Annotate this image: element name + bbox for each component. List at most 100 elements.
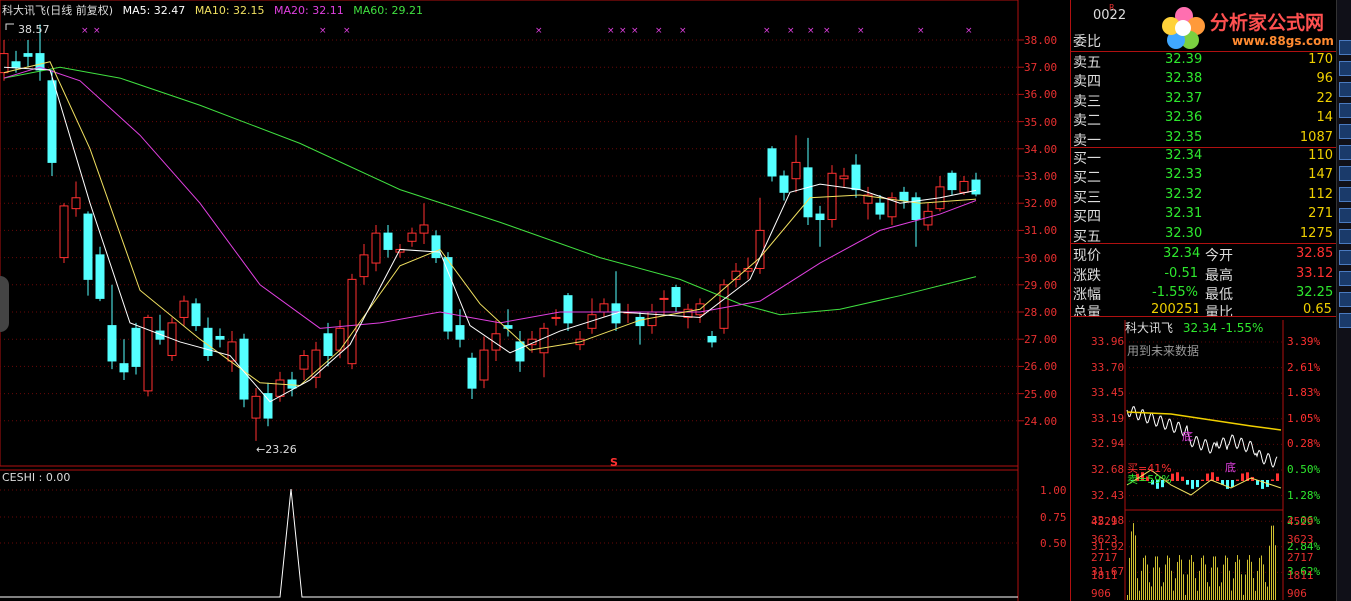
kline-chart[interactable]: × × × × × × × × × × × × × × × × × 科大讯飞(日线 前复权) MA5: 32.4… xyxy=(0,0,1070,601)
mini-price-tick: 33.45 xyxy=(1091,386,1125,400)
asks-row[interactable]: 卖四 32.38 96 xyxy=(1071,71,1337,90)
mini-volume-bar xyxy=(1249,555,1250,600)
mini-volume-bar xyxy=(1169,557,1170,600)
mini-volume-bar xyxy=(1159,567,1160,600)
sell-ratio: 卖=59% xyxy=(1127,473,1172,486)
bids-row[interactable]: 买二 32.33 147 xyxy=(1071,167,1337,186)
bids-label: 买一 xyxy=(1073,151,1101,167)
bids-price: 32.34 xyxy=(1165,148,1203,163)
candlestick-svg[interactable]: × × × × × × × × × × × × × × × × × xyxy=(0,0,1070,601)
asks-price: 32.36 xyxy=(1165,110,1203,126)
asks-row[interactable]: 卖五 32.39 170 xyxy=(1071,52,1337,71)
top-signal-mark: × xyxy=(965,26,973,36)
toolbar-button[interactable] xyxy=(1339,82,1351,97)
toolbar-button[interactable] xyxy=(1339,61,1351,76)
mini-volume-tick: 1811 xyxy=(1091,569,1118,582)
candle-body xyxy=(551,316,561,319)
candle-body xyxy=(599,303,609,313)
candle-body xyxy=(299,355,309,370)
mini-volume-bar xyxy=(1259,557,1260,600)
candle-body xyxy=(455,325,465,340)
mini-volume-bar xyxy=(1247,559,1248,600)
asks-row[interactable]: 卖三 32.37 22 xyxy=(1071,91,1337,110)
bids-row[interactable]: 买五 32.30 1275 xyxy=(1071,226,1337,245)
candle-body xyxy=(539,327,549,354)
mini-volume-bar xyxy=(1187,574,1188,600)
asks-row[interactable]: 卖二 32.36 14 xyxy=(1071,110,1337,129)
toolbar-button[interactable] xyxy=(1339,145,1351,160)
mini-volume-bar xyxy=(1267,586,1268,600)
candle-body xyxy=(707,335,717,343)
mini-volume-bar xyxy=(1265,582,1266,600)
legend-ma5: MA5: 32.47 xyxy=(122,4,186,17)
candle-body xyxy=(659,297,669,300)
bids-row[interactable]: 买四 32.31 271 xyxy=(1071,206,1337,225)
mini-volume-bar xyxy=(1137,578,1138,600)
mini-volume-bar xyxy=(1127,595,1128,600)
toolbar-button[interactable] xyxy=(1339,208,1351,223)
price-tick: 25.00 xyxy=(1024,387,1058,401)
mini-ind-bar xyxy=(1196,480,1199,488)
bids-label: 买二 xyxy=(1073,170,1101,187)
mini-volume-bar xyxy=(1181,559,1182,600)
toolbar-button[interactable] xyxy=(1339,103,1351,118)
toolbar-button[interactable] xyxy=(1339,250,1351,265)
mini-percent-tick: 1.28% xyxy=(1287,488,1321,502)
mini-ind-bar xyxy=(1231,480,1234,488)
zhangfu-value: -1.55% xyxy=(1152,285,1198,300)
asks-volume: 14 xyxy=(1316,110,1333,126)
bids-row[interactable]: 买三 32.32 112 xyxy=(1071,187,1337,206)
toolbar-button[interactable] xyxy=(1339,292,1351,307)
mini-ind-bar xyxy=(1191,480,1194,489)
mini-ind-bar xyxy=(1271,479,1274,481)
top-signal-mark: × xyxy=(619,26,627,36)
candle-body xyxy=(0,53,9,74)
mini-volume-bar xyxy=(1161,586,1162,600)
toolbar-button[interactable] xyxy=(1339,166,1351,181)
mini-ind-bar xyxy=(1241,473,1244,481)
mini-volume-bar xyxy=(1227,557,1228,600)
asks-row[interactable]: 卖一 32.35 1087 xyxy=(1071,130,1337,149)
mini-volume-bar xyxy=(1219,586,1220,600)
mini-volume-tick: 3623 xyxy=(1091,533,1118,546)
candle-body xyxy=(287,379,297,389)
mini-volume-bar xyxy=(1271,525,1272,600)
top-signal-mark: × xyxy=(857,26,865,36)
di-marker-2: 底 xyxy=(1225,461,1236,474)
toolbar-button[interactable] xyxy=(1339,124,1351,139)
liangbi-label: 量比 xyxy=(1205,305,1233,316)
mini-ind-bar xyxy=(1276,473,1279,481)
candle-body xyxy=(419,224,429,234)
toolbar-button[interactable] xyxy=(1339,313,1351,328)
weibi-label: 委比 xyxy=(1073,34,1101,50)
indicator-tick-1: 1.00 xyxy=(1040,484,1067,497)
mini-volume-bar xyxy=(1231,590,1232,600)
asks-price: 32.38 xyxy=(1165,71,1203,87)
mini-ind-bar xyxy=(1186,480,1189,485)
toolbar-button[interactable] xyxy=(1339,229,1351,244)
price-tick: 35.00 xyxy=(1024,115,1058,129)
toolbar-button[interactable] xyxy=(1339,271,1351,286)
candle-body xyxy=(191,303,201,327)
mini-volume-bar xyxy=(1185,594,1186,600)
mini-volume-tick: 4529 xyxy=(1287,515,1314,528)
candle-body xyxy=(959,180,969,193)
mini-volume-bar xyxy=(1205,564,1206,600)
mini-volume-bar xyxy=(1273,525,1274,600)
collapse-handle[interactable] xyxy=(0,276,9,332)
mini-volume-bar xyxy=(1133,523,1134,600)
divider xyxy=(1071,316,1337,317)
candle-body xyxy=(359,254,369,278)
bids-row[interactable]: 买一 32.34 110 xyxy=(1071,148,1337,167)
mini-price-tick: 33.96 xyxy=(1091,335,1125,348)
asks-volume: 22 xyxy=(1316,90,1333,106)
mini-percent-tick: 0.28% xyxy=(1287,437,1321,451)
mini-volume-bar xyxy=(1251,561,1252,600)
xianjia-label: 现价 xyxy=(1073,248,1101,264)
candle-body xyxy=(119,363,129,373)
zuigao-value: 33.12 xyxy=(1296,266,1334,281)
mini-percent-tick: 0.50% xyxy=(1287,463,1321,476)
toolbar-button[interactable] xyxy=(1339,40,1351,55)
candle-body xyxy=(383,232,393,250)
toolbar-button[interactable] xyxy=(1339,187,1351,202)
